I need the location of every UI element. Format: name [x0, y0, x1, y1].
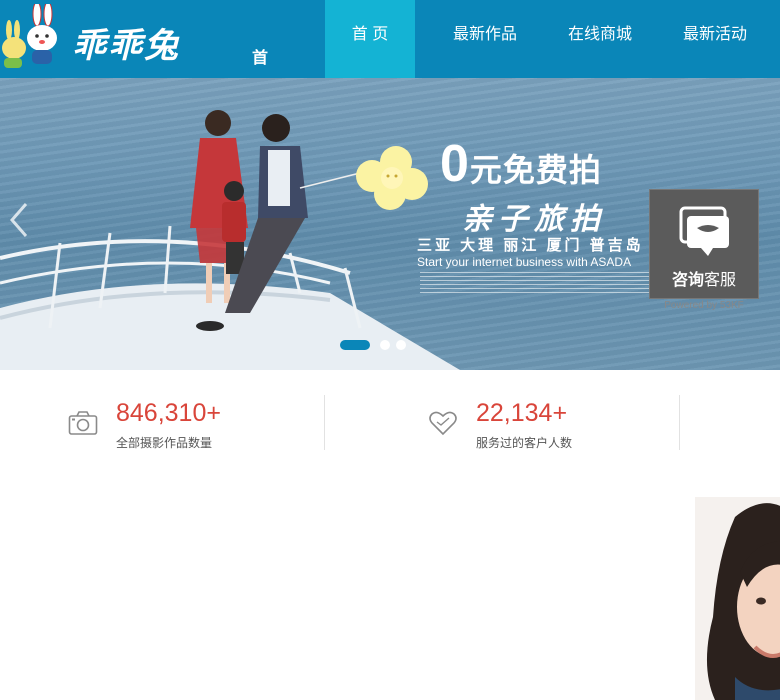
logo-text-tail: 首: [252, 50, 269, 67]
stats-bar: 846,310+ 全部摄影作品数量 22,134+ 服务过的客户人数: [0, 370, 780, 470]
promo-english-tagline: Start your internet business with ASADA: [417, 255, 632, 269]
nav-latest-events[interactable]: 最新活动: [645, 0, 780, 78]
logo[interactable]: 乖乖兔 首: [0, 0, 270, 78]
site-header: 乖乖兔 首 首 页 最新作品 在线商城 最新活动: [0, 0, 780, 78]
chat-label-bold: 咨询: [671, 272, 704, 289]
slide-dot-3[interactable]: [396, 340, 406, 350]
customer-service-button[interactable]: 咨询客服: [649, 189, 759, 299]
nav-latest-works[interactable]: 最新作品: [415, 0, 555, 78]
promo-title: 0元免费拍: [440, 134, 602, 194]
slide-indicators: [340, 340, 406, 350]
chat-label-rest: 客服: [704, 272, 737, 289]
chat-bubble-icon: [679, 206, 729, 256]
customers-count-label: 服务过的客户人数: [476, 436, 573, 450]
nav-home[interactable]: 首 页: [325, 0, 415, 78]
works-count-label: 全部摄影作品数量: [116, 436, 213, 450]
chat-powered-by: Powered by 53KF: [664, 300, 744, 311]
promo-cities: 三亚 大理 丽江 厦门 普吉岛: [417, 237, 644, 254]
promo-zero: 0: [440, 135, 470, 193]
customer-service-label: 咨询客服: [650, 266, 758, 290]
slide-dot-1[interactable]: [340, 340, 370, 350]
promo-title-text: 元免费拍: [469, 152, 602, 188]
heart-icon: [429, 411, 457, 436]
slide-dot-2[interactable]: [380, 340, 390, 350]
promo-script-title: 亲子旅拍: [462, 202, 606, 237]
promo-fine-print: [420, 272, 650, 294]
customers-count: 22,134+: [476, 399, 568, 427]
camera-icon: [68, 411, 98, 435]
logo-text: 乖乖兔: [72, 26, 180, 66]
stats-divider: [324, 395, 325, 450]
bunny-mascot-icon: [2, 4, 57, 68]
nav-online-shop[interactable]: 在线商城: [555, 0, 645, 78]
works-count: 846,310+: [116, 399, 221, 427]
prev-slide-arrow-icon[interactable]: [6, 198, 34, 242]
main-nav: 首 页 最新作品 在线商城 最新活动: [325, 0, 780, 78]
stats-divider: [679, 395, 680, 450]
balloon-icon: [356, 146, 428, 210]
girl-portrait-photo[interactable]: [695, 497, 780, 700]
